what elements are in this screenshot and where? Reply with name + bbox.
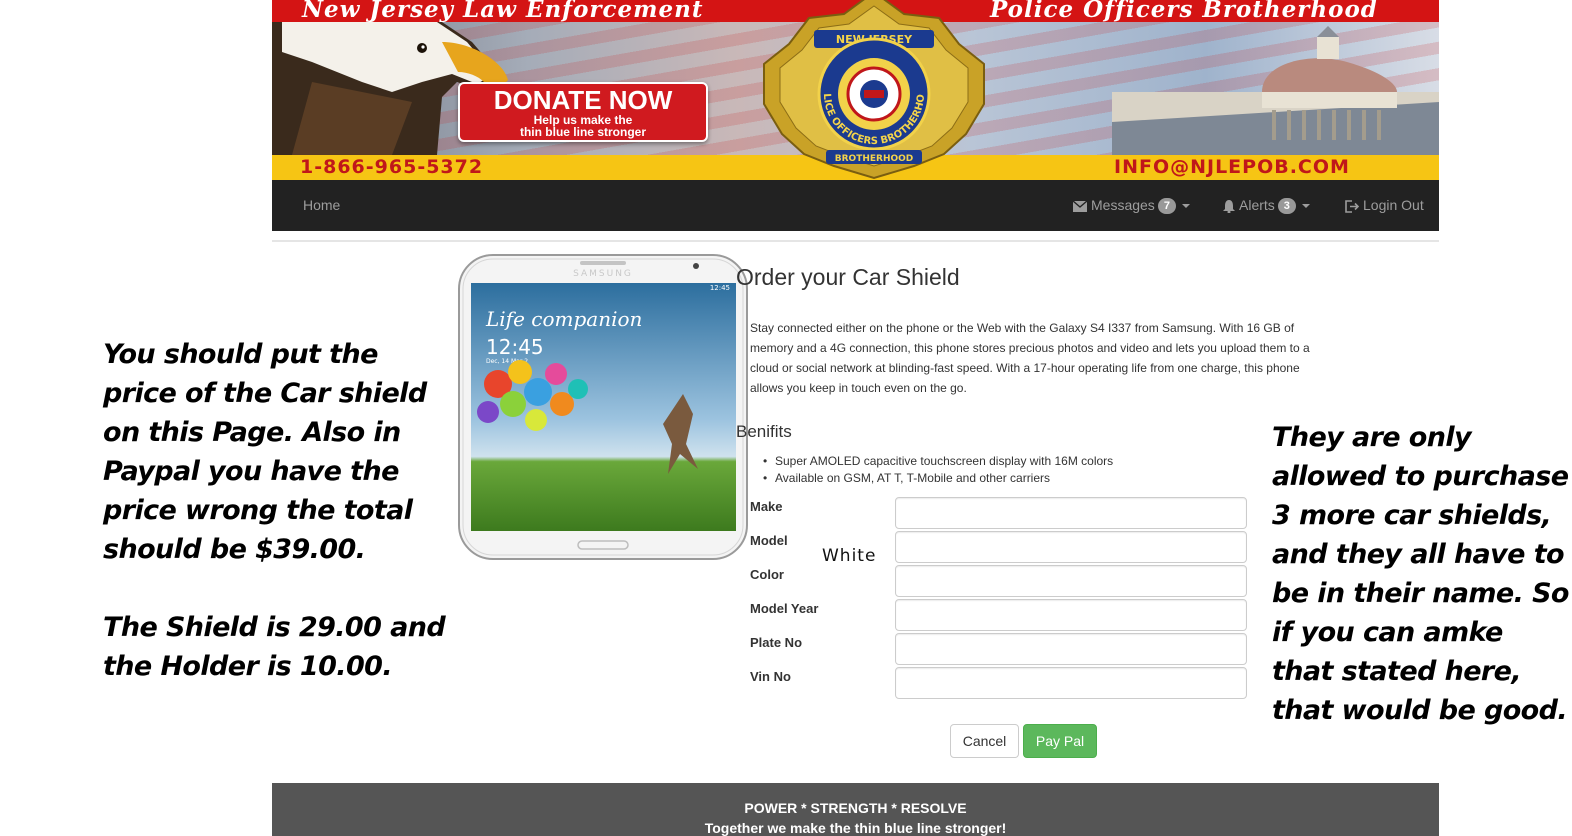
alerts-count-badge: 3 — [1277, 198, 1296, 215]
donate-subtitle-2: thin blue line stronger — [519, 125, 646, 139]
phone-clock: 12:45 — [486, 335, 544, 359]
benefit-item: Super AMOLED capacitive touchscreen disp… — [763, 453, 1113, 470]
footer-motto: POWER * STRENGTH * RESOLVE — [744, 800, 967, 816]
phone-tagline: Life companion — [485, 307, 642, 331]
model-year-input[interactable] — [895, 599, 1247, 631]
nav-alerts-label: Alerts — [1239, 197, 1275, 213]
plate-no-input[interactable] — [895, 633, 1247, 665]
badge-bottom-text: BROTHERHOOD — [835, 154, 914, 164]
donate-now-button[interactable]: DONATE NOW Help us make the thin blue li… — [458, 82, 708, 142]
make-label: Make — [750, 499, 783, 514]
annotation-left-paragraph-2: The Shield is 29.00 and the Holder is 10… — [103, 612, 446, 682]
chevron-down-icon — [1301, 204, 1310, 209]
model-label: Model — [750, 533, 788, 548]
model-year-label: Model Year — [750, 601, 819, 616]
product-description: Stay connected either on the phone or th… — [750, 321, 1310, 395]
donate-title: DONATE NOW — [493, 85, 673, 115]
banner-phone[interactable]: 1-866-965-5372 — [300, 156, 483, 178]
logout-icon — [1345, 199, 1359, 213]
bell-icon — [1223, 199, 1235, 213]
footer: POWER * STRENGTH * RESOLVE Together we m… — [272, 783, 1439, 836]
phone-product-image: SAMSUNG 12:45 Life companion 12:45 Dec, … — [458, 254, 748, 560]
banner-email[interactable]: INFO@NJLEPOB.COM — [1114, 156, 1350, 178]
banner-title-right: Police Officers Brotherhood — [990, 0, 1378, 23]
chevron-down-icon — [1181, 204, 1190, 209]
phone-brand-text: SAMSUNG — [573, 269, 633, 279]
benefits-list: Super AMOLED capacitive touchscreen disp… — [763, 453, 1113, 487]
nav-messages-dropdown[interactable]: Messages 7 — [1073, 180, 1190, 231]
vin-no-label: Vin No — [750, 669, 791, 684]
navbar: Home Messages 7 Alerts 3 Login Out — [272, 180, 1439, 231]
nav-alerts-dropdown[interactable]: Alerts 3 — [1223, 180, 1310, 231]
phone-status-time: 12:45 — [710, 284, 730, 292]
section-divider — [272, 240, 1439, 242]
page-title: Order your Car Shield — [736, 264, 960, 290]
footer-tagline: Together we make the thin blue line stro… — [704, 820, 1007, 836]
police-badge-logo: NEW JERSEY POLICE OFFICERS BROTHERHOOD B… — [734, 0, 985, 180]
nav-logout-link[interactable]: Login Out — [1345, 180, 1424, 231]
annotation-right: They are only allowed to purchase 3 more… — [1272, 422, 1569, 726]
banner-title-left: New Jersey Law Enforcement — [302, 0, 704, 23]
annotation-left: You should put the price of the Car shie… — [103, 335, 448, 686]
color-label: Color — [750, 567, 784, 582]
vin-no-input[interactable] — [895, 667, 1247, 699]
header-banner: New Jersey Law Enforcement Police Office… — [272, 0, 1439, 180]
nav-logout-label: Login Out — [1363, 197, 1424, 213]
benefit-item: Available on GSM, AT T, T-Mobile and oth… — [763, 470, 1113, 487]
plate-no-label: Plate No — [750, 635, 803, 650]
color-note-text: White — [822, 546, 877, 566]
benefits-heading: Benifits — [736, 422, 792, 441]
make-input[interactable] — [895, 497, 1247, 529]
nav-home-link[interactable]: Home — [303, 180, 340, 231]
nav-messages-label: Messages — [1091, 197, 1155, 213]
annotation-left-paragraph-1: You should put the price of the Car shie… — [103, 339, 427, 565]
cancel-button[interactable]: Cancel — [950, 724, 1019, 758]
capitol-building-image — [1112, 26, 1439, 155]
envelope-icon — [1073, 200, 1087, 212]
paypal-button[interactable]: Pay Pal — [1023, 724, 1097, 758]
messages-count-badge: 7 — [1157, 198, 1176, 215]
model-input[interactable] — [895, 531, 1247, 563]
color-input[interactable] — [895, 565, 1247, 597]
